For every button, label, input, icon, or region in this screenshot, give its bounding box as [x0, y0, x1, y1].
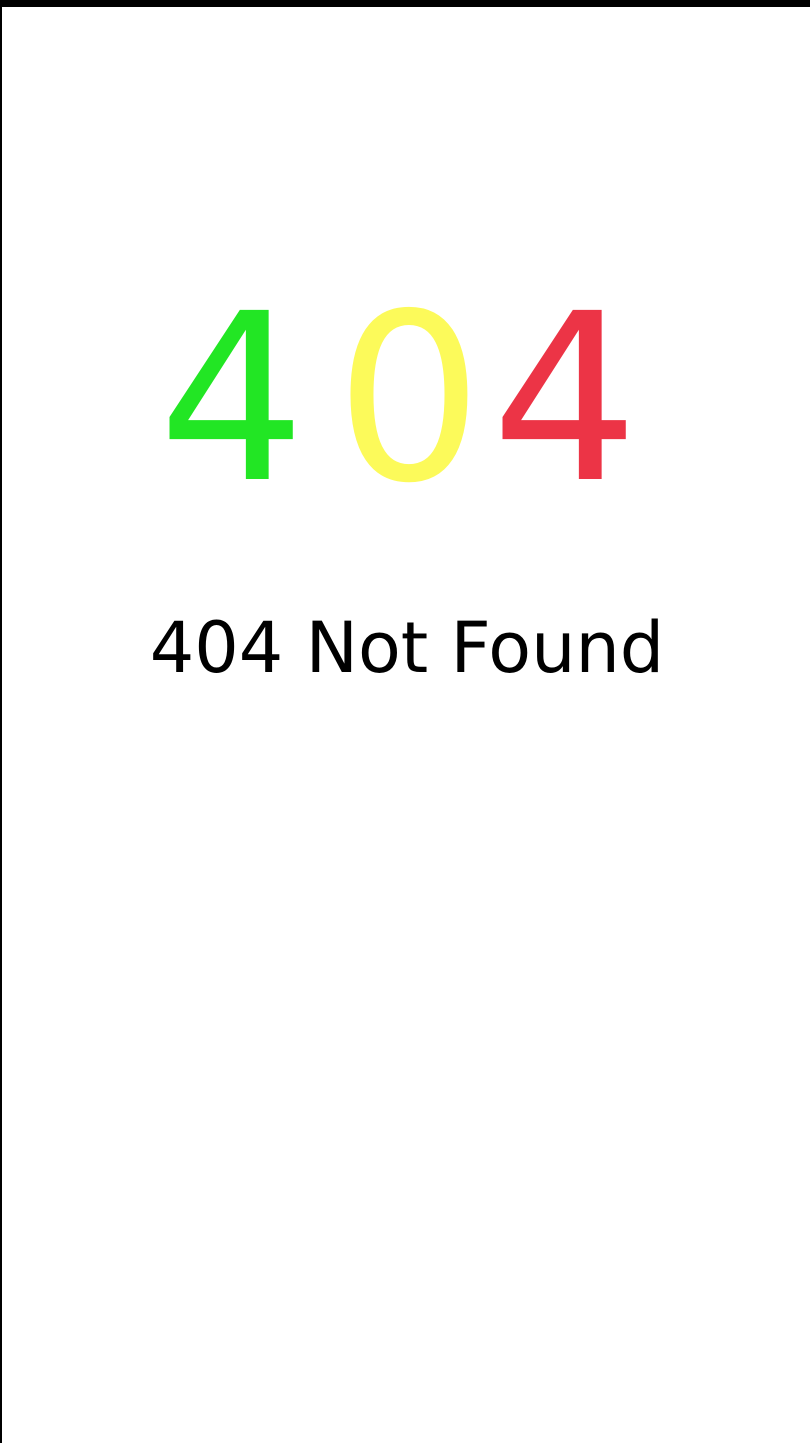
error-digit-zero: 0 [335, 264, 483, 534]
error-code-digits: 4 0 4 [2, 264, 810, 534]
error-digit-second-four: 4 [491, 264, 639, 534]
error-message: 404 Not Found [149, 607, 665, 689]
error-digit-first-four: 4 [158, 264, 306, 534]
error-screen: 4 0 4 404 Not Found [0, 0, 810, 1443]
